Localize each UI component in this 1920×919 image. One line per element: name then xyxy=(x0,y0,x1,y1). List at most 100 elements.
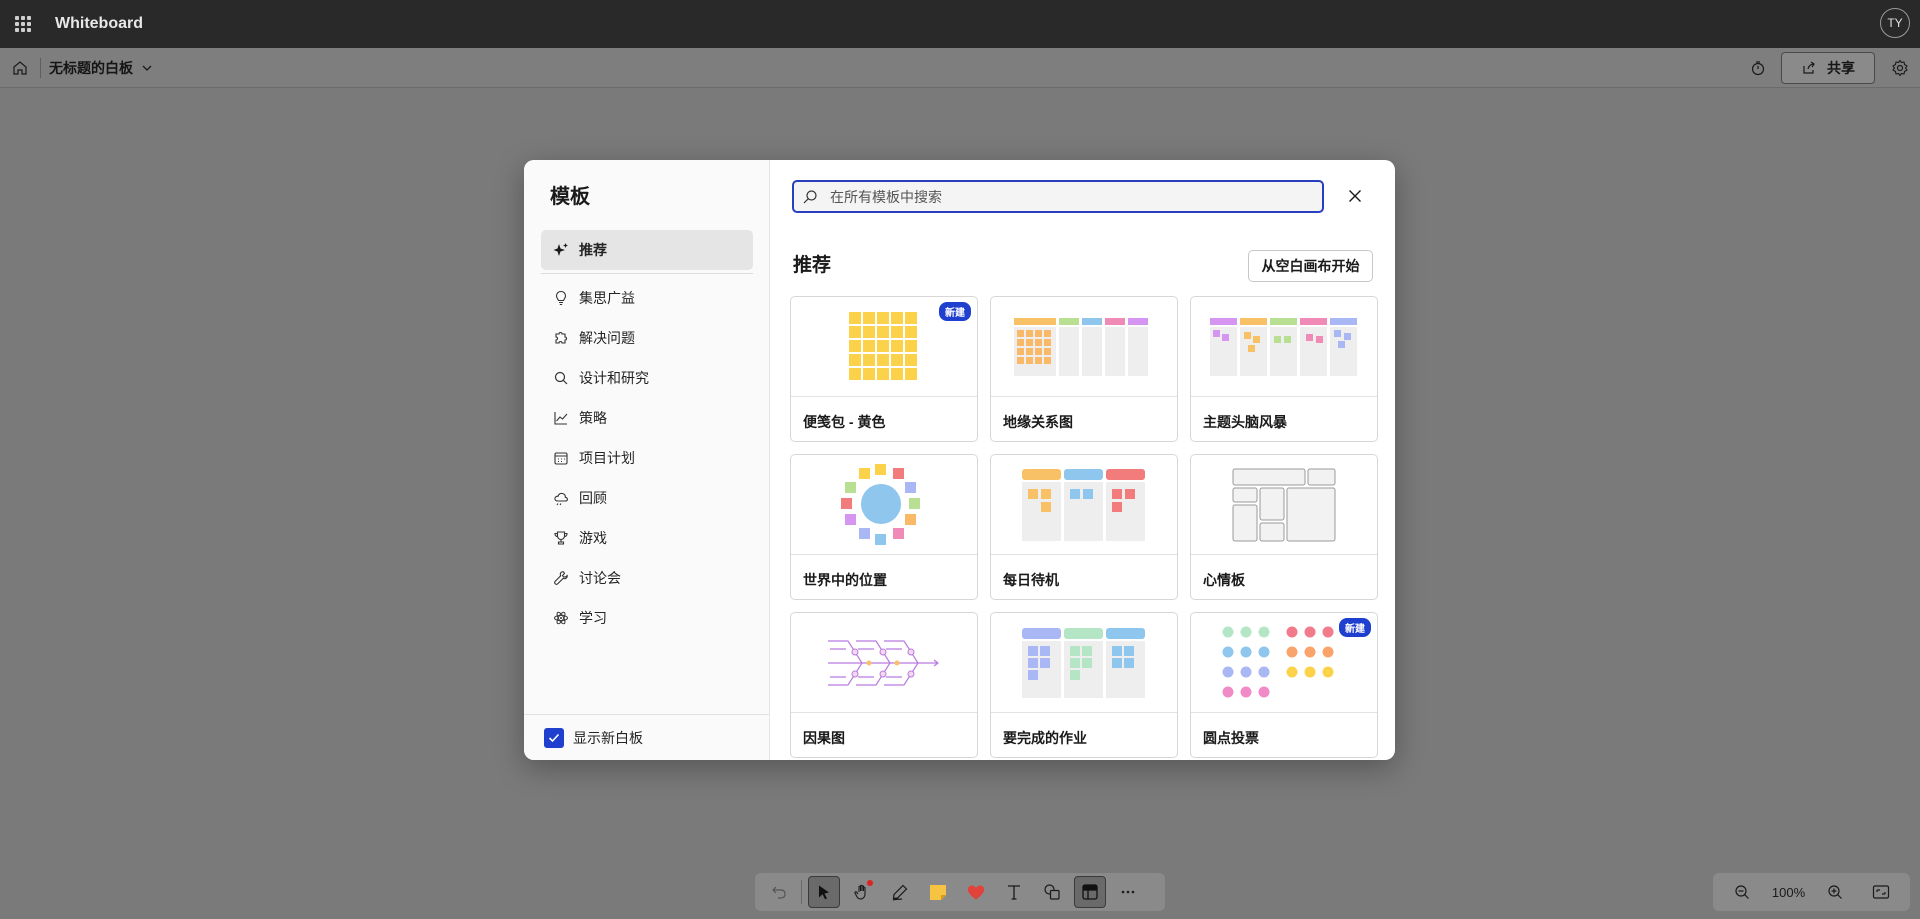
templates-tool[interactable] xyxy=(1074,876,1106,908)
fishbone-thumbnail xyxy=(828,639,939,686)
timer-button[interactable] xyxy=(1746,56,1770,80)
wrench-icon xyxy=(553,570,569,586)
heart-icon xyxy=(967,885,985,900)
template-label: 主题头脑风暴 xyxy=(1203,414,1287,430)
divider xyxy=(801,880,802,904)
search-icon xyxy=(553,370,569,386)
divider xyxy=(40,57,41,78)
waffle-icon xyxy=(15,16,31,32)
zoom-in-button[interactable] xyxy=(1819,876,1851,908)
sticky-note-tool[interactable] xyxy=(922,876,954,908)
select-tool[interactable] xyxy=(808,876,840,908)
shapes-icon xyxy=(1044,884,1060,900)
category-label: 设计和研究 xyxy=(579,370,649,386)
category-list: 推荐 集思广益 解决问题 设计和研究 策略 项目计划 回顾 游戏 讨论会 学习 xyxy=(541,230,753,638)
templates-icon xyxy=(1082,884,1098,900)
template-card[interactable]: 新建 便笺包 - 黄色 xyxy=(790,296,978,442)
template-card[interactable]: 每日待机 xyxy=(990,454,1178,600)
category-learning[interactable]: 学习 xyxy=(541,598,753,638)
category-sidebar: 模板 推荐 集思广益 解决问题 设计和研究 策略 项目计划 回顾 游戏 讨论会 … xyxy=(524,160,770,760)
share-icon xyxy=(1803,61,1815,74)
show-new-whiteboard-option[interactable]: 显示新白板 xyxy=(524,714,769,760)
template-thumbnail xyxy=(1191,455,1377,555)
template-thumbnail xyxy=(1191,297,1377,397)
zoom-in-icon xyxy=(1828,885,1843,899)
chart-line-icon xyxy=(553,410,569,426)
category-label: 集思广益 xyxy=(579,290,635,306)
show-new-checkbox[interactable] xyxy=(544,727,564,748)
checkmark-icon xyxy=(548,733,560,742)
template-label: 心情板 xyxy=(1203,572,1245,588)
template-thumbnail xyxy=(791,613,977,713)
category-games[interactable]: 游戏 xyxy=(541,518,753,558)
chevron-down-icon[interactable] xyxy=(139,60,155,76)
template-card[interactable]: 新建 圆点投票 xyxy=(1190,612,1378,758)
gear-icon xyxy=(1892,59,1908,77)
undo-button[interactable] xyxy=(763,876,795,908)
timer-icon xyxy=(1751,61,1765,76)
text-tool[interactable] xyxy=(998,876,1030,908)
dialog-title: 模板 xyxy=(550,186,590,208)
board-name[interactable]: 无标题的白板 xyxy=(49,58,133,78)
template-thumbnail xyxy=(991,613,1177,713)
start-blank-button[interactable]: 从空白画布开始 xyxy=(1248,250,1373,282)
template-label: 要完成的作业 xyxy=(1003,730,1087,746)
pen-icon xyxy=(892,884,908,901)
canvas-toolbar xyxy=(755,873,1165,911)
template-grid: 新建 便笺包 - 黄色 地缘关系图 主题头脑风暴 世界中的位置 每日待机 心情板… xyxy=(790,296,1378,758)
category-label: 策略 xyxy=(579,410,607,426)
app-title: Whiteboard xyxy=(55,15,143,32)
more-icon xyxy=(1121,890,1135,894)
template-card[interactable]: 要完成的作业 xyxy=(990,612,1178,758)
template-search-box[interactable] xyxy=(792,180,1324,213)
home-icon xyxy=(13,60,27,75)
category-label: 回顾 xyxy=(579,490,607,506)
notification-dot xyxy=(867,880,873,886)
category-label: 项目计划 xyxy=(579,450,635,466)
template-card[interactable]: 地缘关系图 xyxy=(990,296,1178,442)
lightbulb-icon xyxy=(553,290,569,306)
hand-tool[interactable] xyxy=(846,876,878,908)
app-bar: Whiteboard TY xyxy=(0,0,1920,48)
zoom-out-button[interactable] xyxy=(1726,876,1758,908)
zoom-level[interactable]: 100% xyxy=(1772,885,1805,900)
category-label: 推荐 xyxy=(579,242,607,258)
sticky-notes-thumbnail xyxy=(849,311,917,380)
avatar[interactable]: TY xyxy=(1880,8,1910,38)
pen-tool[interactable] xyxy=(884,876,916,908)
reactions-tool[interactable] xyxy=(960,876,992,908)
share-button[interactable]: 共享 xyxy=(1781,52,1875,84)
template-label: 每日待机 xyxy=(1003,572,1059,588)
category-problem-solving[interactable]: 解决问题 xyxy=(541,318,753,358)
category-project-planning[interactable]: 项目计划 xyxy=(541,438,753,478)
close-icon xyxy=(1349,190,1361,202)
category-retrospective[interactable]: 回顾 xyxy=(541,478,753,518)
category-design-research[interactable]: 设计和研究 xyxy=(541,358,753,398)
app-launcher-button[interactable] xyxy=(0,0,46,48)
more-tools-button[interactable] xyxy=(1112,876,1144,908)
close-button[interactable] xyxy=(1345,186,1365,206)
category-recommended[interactable]: 推荐 xyxy=(541,230,753,270)
template-card[interactable]: 心情板 xyxy=(1190,454,1378,600)
category-workshop[interactable]: 讨论会 xyxy=(541,558,753,598)
home-button[interactable] xyxy=(0,48,40,88)
fit-to-screen-button[interactable] xyxy=(1865,876,1897,908)
undo-icon xyxy=(772,886,786,899)
dot-voting-thumbnail xyxy=(1222,626,1334,697)
category-strategy[interactable]: 策略 xyxy=(541,398,753,438)
template-card[interactable]: 因果图 xyxy=(790,612,978,758)
template-label: 世界中的位置 xyxy=(803,572,887,588)
settings-button[interactable] xyxy=(1888,56,1912,80)
shapes-tool[interactable] xyxy=(1036,876,1068,908)
category-brainstorm[interactable]: 集思广益 xyxy=(541,278,753,318)
affinity-diagram-thumbnail xyxy=(1014,317,1148,376)
template-card[interactable]: 主题头脑风暴 xyxy=(1190,296,1378,442)
template-card[interactable]: 世界中的位置 xyxy=(790,454,978,600)
atom-icon xyxy=(553,610,569,626)
template-label: 因果图 xyxy=(803,730,845,746)
zoom-out-icon xyxy=(1735,885,1749,899)
cloud-icon xyxy=(553,490,569,506)
new-badge: 新建 xyxy=(939,302,971,321)
trophy-icon xyxy=(553,530,569,546)
search-input[interactable] xyxy=(830,188,1300,205)
